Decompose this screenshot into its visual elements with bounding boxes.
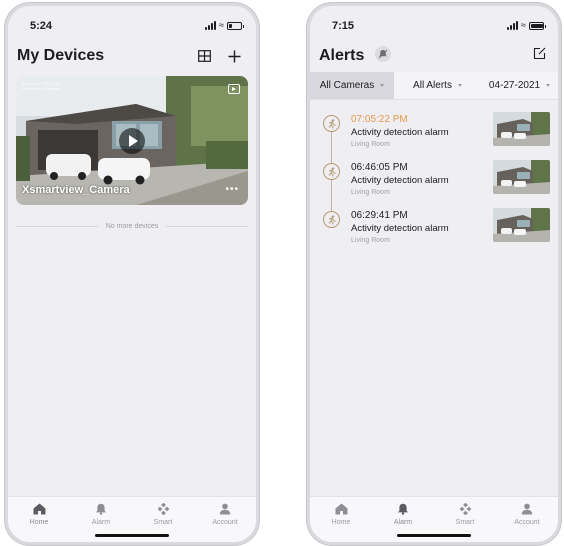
divider bbox=[16, 225, 98, 227]
list-footer: No more devices bbox=[16, 220, 248, 232]
play-button[interactable] bbox=[119, 127, 145, 154]
home-icon bbox=[33, 503, 45, 515]
edit-icon[interactable] bbox=[533, 47, 546, 65]
phone-screen-devices: 5:24 ≈ My Devices 2021-04-27 05:24:33 Xs… bbox=[8, 6, 256, 542]
more-options-icon[interactable]: ••• bbox=[225, 185, 239, 195]
home-icon bbox=[335, 503, 347, 515]
camera-filter-dropdown[interactable]: All Cameras bbox=[310, 72, 394, 99]
camera-filter-label: All Cameras bbox=[319, 80, 375, 91]
motion-detection-icon bbox=[323, 163, 340, 180]
tab-label: Account bbox=[212, 519, 238, 526]
status-time: 7:15 bbox=[332, 20, 355, 32]
alerts-header: Alerts bbox=[319, 44, 546, 70]
grid-view-icon[interactable] bbox=[194, 46, 214, 66]
camera-overlay-text: 2021-04-27 05:24:33 Xsmartview_Camera bbox=[22, 81, 60, 91]
status-icons: ≈ bbox=[205, 20, 244, 30]
status-icons: ≈ bbox=[507, 20, 546, 30]
alert-room: Living Room bbox=[351, 237, 390, 244]
alert-time: 06:29:41 PM bbox=[351, 210, 408, 221]
chevron-down-icon bbox=[546, 84, 551, 87]
tab-label: Home bbox=[331, 519, 351, 526]
signal-icon bbox=[205, 21, 217, 30]
home-indicator[interactable] bbox=[397, 534, 471, 537]
alert-room: Living Room bbox=[351, 141, 390, 148]
status-bar: 5:24 ≈ bbox=[8, 16, 256, 36]
chevron-down-icon bbox=[457, 84, 462, 87]
tab-label: Alarm bbox=[91, 519, 111, 526]
alert-item[interactable]: 06:29:41 PM Activity detection alarm Liv… bbox=[310, 208, 558, 254]
device-card[interactable]: 2021-04-27 05:24:33 Xsmartview_Camera Xs… bbox=[16, 76, 248, 205]
bell-icon bbox=[96, 503, 106, 515]
date-filter-dropdown[interactable]: 04-27-2021 bbox=[481, 72, 558, 99]
add-device-button[interactable] bbox=[224, 46, 244, 66]
chevron-down-icon bbox=[380, 84, 385, 87]
tab-home[interactable]: Home bbox=[310, 497, 372, 542]
user-icon bbox=[521, 503, 533, 515]
alert-time: 07:05:22 PM bbox=[351, 114, 408, 125]
tab-label: Smart bbox=[455, 519, 475, 526]
tab-home[interactable]: Home bbox=[8, 497, 70, 542]
wifi-icon: ≈ bbox=[521, 20, 526, 30]
devices-header: My Devices bbox=[17, 44, 244, 70]
motion-detection-icon bbox=[323, 115, 340, 132]
mute-icon[interactable] bbox=[375, 46, 391, 62]
tab-label: Smart bbox=[153, 519, 173, 526]
device-name: Xsmartview_Camera bbox=[22, 184, 130, 196]
alert-item[interactable]: 06:46:05 PM Activity detection alarm Liv… bbox=[310, 160, 558, 206]
alert-item[interactable]: 07:05:22 PM Activity detection alarm Liv… bbox=[310, 112, 558, 158]
signal-icon bbox=[507, 21, 519, 30]
no-more-devices-text: No more devices bbox=[105, 222, 159, 230]
phone-screen-alerts: 7:15 ≈ Alerts All Cameras All Alerts 04-… bbox=[310, 6, 558, 542]
playback-icon[interactable] bbox=[228, 84, 240, 94]
alert-thumbnail[interactable] bbox=[493, 208, 550, 242]
motion-detection-icon bbox=[323, 211, 340, 228]
wifi-icon: ≈ bbox=[219, 20, 224, 30]
alert-type: Activity detection alarm bbox=[351, 127, 449, 138]
home-indicator[interactable] bbox=[95, 534, 169, 537]
alert-thumbnail[interactable] bbox=[493, 160, 550, 194]
status-time: 5:24 bbox=[30, 20, 53, 32]
filter-bar: All Cameras All Alerts 04-27-2021 bbox=[310, 72, 558, 100]
alert-type: Activity detection alarm bbox=[351, 175, 449, 186]
tab-label: Home bbox=[29, 519, 49, 526]
bell-icon bbox=[398, 503, 408, 515]
battery-icon bbox=[529, 21, 546, 30]
date-filter-label: 04-27-2021 bbox=[488, 80, 541, 91]
alert-type-filter-dropdown[interactable]: All Alerts bbox=[394, 72, 481, 99]
tab-account[interactable]: Account bbox=[194, 497, 256, 542]
tab-account[interactable]: Account bbox=[496, 497, 558, 542]
diamond-grid-icon bbox=[157, 503, 169, 515]
alert-time: 06:46:05 PM bbox=[351, 162, 408, 173]
status-bar: 7:15 ≈ bbox=[310, 16, 558, 36]
divider bbox=[166, 225, 248, 227]
tab-label: Alarm bbox=[393, 519, 413, 526]
page-title: Alerts bbox=[319, 47, 365, 64]
user-icon bbox=[219, 503, 231, 515]
diamond-grid-icon bbox=[459, 503, 471, 515]
tab-label: Account bbox=[514, 519, 540, 526]
alert-type: Activity detection alarm bbox=[351, 223, 449, 234]
alert-filter-label: All Alerts bbox=[413, 80, 452, 91]
page-title: My Devices bbox=[17, 47, 105, 64]
plus-icon bbox=[228, 50, 240, 62]
alert-thumbnail[interactable] bbox=[493, 112, 550, 146]
alert-room: Living Room bbox=[351, 189, 390, 196]
battery-icon bbox=[227, 21, 244, 30]
